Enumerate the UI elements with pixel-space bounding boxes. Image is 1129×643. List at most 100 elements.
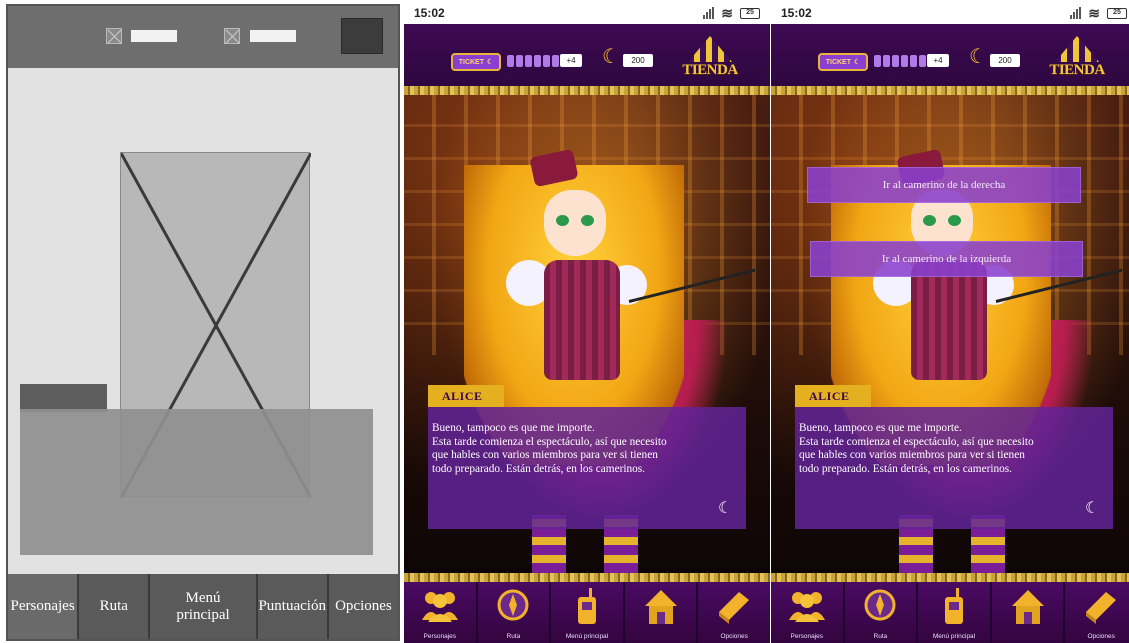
character-corset <box>911 260 987 380</box>
wf-nav-personajes[interactable]: Personajes <box>8 574 80 639</box>
wf-nav-menu-principal[interactable]: Menú principal <box>150 574 258 639</box>
wireframe-shop-button[interactable] <box>341 18 383 54</box>
ticket-label: TICKET <box>825 58 851 66</box>
dialog-box[interactable]: Bueno, tampoco es que me importe. Esta t… <box>795 407 1113 529</box>
dialog-line: que hables con varios miembros para ver … <box>799 449 1025 461</box>
walkie-talkie-icon <box>577 588 596 624</box>
moon-count: 200 <box>623 54 653 67</box>
nav-label: Ruta <box>506 633 521 640</box>
dialog-line: todo preparado. Están detrás, en los cam… <box>799 462 1013 475</box>
ticket-bonus: +4 <box>927 54 949 67</box>
nav-label: Menú principal <box>932 633 976 640</box>
nav-menu-principal[interactable]: Menú principal <box>918 582 992 643</box>
wireframe-dialog-box[interactable] <box>20 409 373 555</box>
moon-currency-icon: ☾ <box>969 46 987 68</box>
wf-nav-opciones[interactable]: Opciones <box>328 574 398 639</box>
shop-button[interactable]: TIENDA <box>1047 32 1107 90</box>
dialog-line: todo preparado. Están detrás, en los cam… <box>432 462 646 475</box>
speaker-name: ALICE <box>795 385 871 407</box>
choice-right-dressing-room[interactable]: Ir al camerino de la derecha <box>807 167 1081 203</box>
gold-lace-border <box>404 86 770 95</box>
character-eye <box>923 215 936 226</box>
wireframe-name-box <box>20 384 107 412</box>
character-corset <box>544 260 620 380</box>
continue-moon-icon[interactable]: ☾ <box>718 501 734 517</box>
nav-menu-principal[interactable]: Menú principal <box>551 582 625 643</box>
wifi-icon: ≋ <box>721 4 733 21</box>
wireframe-counter-bar <box>131 30 177 42</box>
dialog-line: Bueno, tampoco es que me importe. <box>799 422 962 434</box>
nav-label: Opciones <box>1087 633 1115 640</box>
circus-icon <box>644 590 677 624</box>
nav-label: Personajes <box>423 633 457 640</box>
nav-label: Menú principal <box>565 633 609 640</box>
choice-left-dressing-room[interactable]: Ir al camerino de la izquierda <box>810 241 1083 277</box>
ticket-badge: TICKET ☾ <box>451 53 501 71</box>
battery-icon: 25 <box>1107 7 1127 19</box>
nav-ruta[interactable]: Ruta <box>844 582 919 643</box>
ticket-pills <box>874 55 926 67</box>
top-hud: TICKET ☾ +4 ☾ 200 TIENDA <box>404 24 770 86</box>
speaker-name: ALICE <box>428 385 504 407</box>
ticket-moon-icon: ☾ <box>854 59 861 66</box>
nav-label: Ruta <box>873 633 888 640</box>
signal-icon <box>1070 7 1082 19</box>
compass-icon <box>497 589 529 621</box>
nav-label: Opciones <box>720 633 748 640</box>
dialog-line: Esta tarde comienza el espectáculo, así … <box>432 435 667 448</box>
nav-label: Personajes <box>790 633 824 640</box>
wireframe-counter-bar <box>250 30 296 42</box>
shop-button[interactable]: TIENDA <box>680 32 740 90</box>
nav-personajes[interactable]: Personajes <box>771 582 845 643</box>
circus-tent-icon <box>688 36 732 62</box>
circus-icon <box>1011 590 1044 624</box>
game-screen-dialog: 15:02 ≋ 25 TICKET ☾ +4 ☾ 200 TIENDA ALIC… <box>404 2 770 643</box>
stage-scene: Ir al camerino de la derecha Ir al camer… <box>771 95 1129 573</box>
nav-puntuacion[interactable] <box>991 582 1066 643</box>
nav-puntuacion[interactable] <box>624 582 699 643</box>
battery-icon: 25 <box>740 7 760 19</box>
gold-lace-border <box>771 86 1129 95</box>
gold-lace-border <box>771 573 1129 582</box>
dialog-line: Esta tarde comienza el espectáculo, así … <box>799 435 1034 448</box>
people-icon <box>421 592 458 622</box>
ticket-label: TICKET <box>458 58 484 66</box>
nav-opciones[interactable]: Opciones <box>1065 582 1129 643</box>
continue-moon-icon[interactable]: ☾ <box>1085 501 1101 517</box>
book-icon <box>1086 592 1117 624</box>
nav-opciones[interactable]: Opciones <box>698 582 770 643</box>
ticket-pills <box>507 55 559 67</box>
moon-currency-icon: ☾ <box>602 46 620 68</box>
wf-nav-puntuacion[interactable]: Puntuación <box>257 574 329 639</box>
wireframe-screen: Personajes Ruta Menú principal Puntuació… <box>6 4 400 641</box>
wf-nav-ruta[interactable]: Ruta <box>79 574 151 639</box>
status-time: 15:02 <box>781 6 812 20</box>
moon-count: 200 <box>990 54 1020 67</box>
ticket-moon-icon: ☾ <box>487 59 494 66</box>
wifi-icon: ≋ <box>1088 4 1100 21</box>
ticket-badge: TICKET ☾ <box>818 53 868 71</box>
compass-icon <box>864 589 896 621</box>
nav-ruta[interactable]: Ruta <box>477 582 552 643</box>
wireframe-header <box>8 6 398 68</box>
ticket-bonus: +4 <box>560 54 582 67</box>
shop-label: TIENDA <box>682 62 738 78</box>
bottom-nav: Personajes Ruta Menú principal Opciones <box>771 582 1129 643</box>
character-eye <box>556 215 569 226</box>
dialog-box[interactable]: Bueno, tampoco es que me importe. Esta t… <box>428 407 746 529</box>
game-screen-choices: 15:02 ≋ 25 TICKET ☾ +4 ☾ 200 TIENDA Ir a… <box>771 2 1129 643</box>
placeholder-image-icon <box>106 28 122 44</box>
people-icon <box>788 592 825 622</box>
gold-lace-border <box>404 573 770 582</box>
stage-scene[interactable]: ALICE Bueno, tampoco es que me importe. … <box>404 95 770 573</box>
dialog-line: Bueno, tampoco es que me importe. <box>432 422 595 434</box>
walkie-talkie-icon <box>944 588 963 624</box>
nav-personajes[interactable]: Personajes <box>404 582 478 643</box>
placeholder-image-icon <box>224 28 240 44</box>
signal-icon <box>703 7 715 19</box>
wireframe-bottom-nav: Personajes Ruta Menú principal Puntuació… <box>8 574 398 639</box>
top-hud: TICKET ☾ +4 ☾ 200 TIENDA <box>771 24 1129 86</box>
book-icon <box>719 592 750 624</box>
character-face <box>544 190 606 256</box>
shop-label: TIENDA <box>1049 62 1105 78</box>
